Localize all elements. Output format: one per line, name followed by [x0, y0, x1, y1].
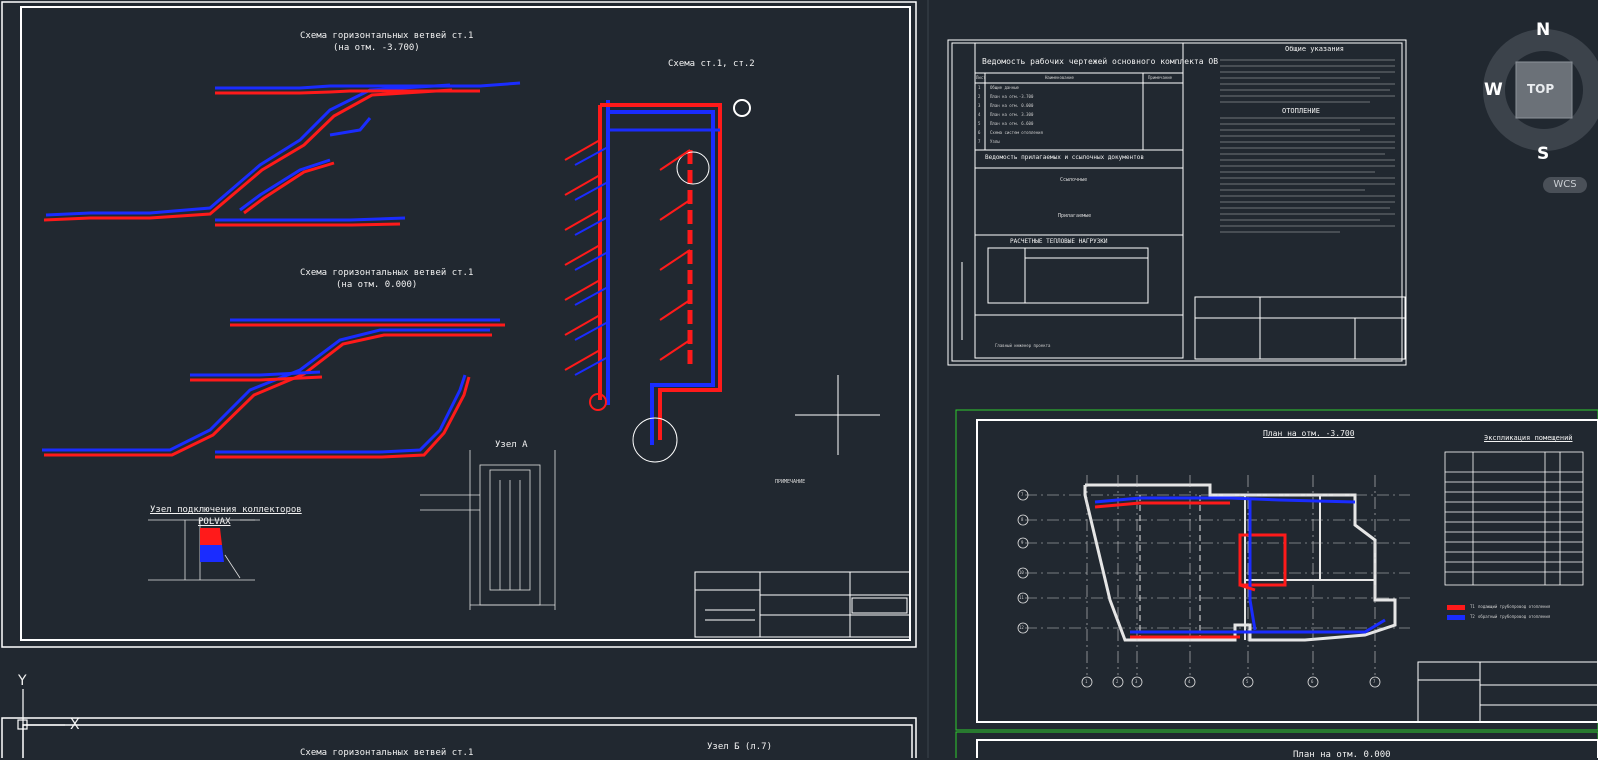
- wcs-dropdown[interactable]: WCS: [1543, 177, 1587, 193]
- legend-code-supply: T1: [1470, 604, 1475, 609]
- ucs-icon: [17, 689, 65, 730]
- drawing-canvas[interactable]: [0, 0, 1598, 758]
- title-node-a: Узел А: [495, 440, 528, 450]
- branches-upper: [43, 81, 521, 227]
- axis-row-9: 9: [1021, 540, 1024, 545]
- subtitle-branches-lower: (на отм. 0.000): [336, 280, 418, 290]
- compass-south[interactable]: S: [1537, 146, 1549, 163]
- axis-col-6: 6: [1311, 679, 1314, 684]
- row-7-name: Узлы: [990, 139, 1000, 144]
- row-5-num: 5: [978, 121, 981, 126]
- row-1-num: 1: [978, 85, 981, 90]
- axis-row-11: 11: [1019, 595, 1024, 600]
- chief-engineer-label: Главный инженер проекта: [995, 343, 1051, 348]
- axis-col-1: 1: [1085, 679, 1088, 684]
- axis-row-12: 12: [1019, 625, 1024, 630]
- branches-title-sheet4: Схема горизонтальных ветвей ст.1: [300, 748, 474, 758]
- sheet3-selection-frame: [955, 409, 1598, 731]
- ucs-y-label: Y: [18, 673, 27, 689]
- attached-docs-subheader: Прилагаемые: [1058, 213, 1092, 219]
- row-7-num: 7: [978, 139, 981, 144]
- loads-title: РАСЧЕТНЫЕ ТЕПЛОВЫЕ НАГРУЗКИ: [1010, 238, 1108, 245]
- col-sheet: Лист: [976, 75, 986, 80]
- title-riser-scheme: Схема ст.1, ст.2: [668, 59, 755, 69]
- subtitle-collector-node: POLVAX: [198, 517, 231, 527]
- viewcube-top-face[interactable]: TOP: [1527, 83, 1554, 95]
- row-2-num: 2: [978, 94, 981, 99]
- legend-text-return: обратный трубопровод отопления: [1478, 614, 1551, 619]
- plan-pipes: [1094, 496, 1386, 639]
- title-collector-node: Узел подключения коллекторов: [150, 505, 302, 515]
- legend-swatch-supply: [1447, 605, 1465, 610]
- plan-0000-title: План на отм. 0.000: [1293, 750, 1391, 760]
- row-5-name: План на отм. 6.600: [990, 121, 1034, 126]
- plan-axis-bubbles: [1017, 489, 1381, 688]
- row-4-num: 4: [978, 112, 981, 117]
- viewcube[interactable]: TOP N S W: [1482, 20, 1598, 175]
- axis-col-5: 5: [1246, 679, 1249, 684]
- plan-axes: [1025, 475, 1410, 675]
- axis-col-4: 4: [1188, 679, 1191, 684]
- plan-title: План на отм. -3.700: [1263, 429, 1355, 438]
- title-branches-upper: Схема горизонтальных ветвей ст.1: [300, 31, 474, 41]
- axis-col-7: 7: [1373, 679, 1376, 684]
- legend-code-return: T2: [1470, 614, 1475, 619]
- subtitle-branches-upper: (на отм. -3.700): [333, 43, 420, 53]
- row-1-name: Общие данные: [990, 85, 1019, 90]
- riser-scheme: [589, 99, 751, 463]
- row-6-num: 6: [978, 130, 981, 135]
- vedomost-title: Ведомость рабочих чертежей основного ком…: [982, 57, 1219, 66]
- legend-swatch-return: [1447, 615, 1465, 620]
- explication-title: Экспликация помещений: [1484, 434, 1573, 442]
- axis-row-7: 7: [1021, 492, 1024, 497]
- crosshair-cursor: [795, 375, 880, 455]
- axis-col-3: 3: [1135, 679, 1138, 684]
- general-notes-title: Общие указания: [1285, 45, 1345, 53]
- legend-text-supply: подающий трубопровод отопления: [1478, 604, 1551, 609]
- col-note: Примечание: [1148, 75, 1173, 80]
- riser-branches: [564, 139, 691, 376]
- row-3-name: План на отм. 0.000: [990, 103, 1034, 108]
- title-block-sheet3: [1417, 661, 1598, 723]
- collector-node-drawing: [148, 519, 260, 581]
- sheet5-border: [976, 739, 1598, 758]
- row-3-num: 3: [978, 103, 981, 108]
- node-b-title: Узел Б (л.7): [707, 742, 773, 752]
- title-branches-lower: Схема горизонтальных ветвей ст.1: [300, 268, 474, 278]
- axis-row-8: 8: [1021, 517, 1024, 522]
- axis-col-2: 2: [1116, 679, 1119, 684]
- explication-table: [1444, 451, 1584, 586]
- row-4-name: План на отм. 3.300: [990, 112, 1034, 117]
- ref-docs-subheader: Ссылочные: [1060, 177, 1088, 183]
- ucs-x-label: X: [70, 717, 80, 733]
- compass-north[interactable]: N: [1536, 22, 1550, 39]
- title-block-sheet1: [694, 571, 911, 638]
- notes-title: ПРИМЕЧАНИЕ: [775, 479, 806, 485]
- row-2-name: План на отм.-3.700: [990, 94, 1034, 99]
- axis-row-10: 10: [1019, 570, 1024, 575]
- row-6-name: Схема систем отопления: [990, 130, 1043, 135]
- node-a-drawing: [420, 450, 556, 610]
- ref-docs-title: Ведомость прилагаемых и ссылочных докуме…: [985, 154, 1144, 161]
- compass-west[interactable]: W: [1484, 82, 1503, 99]
- sheet3-border: [976, 419, 1598, 723]
- heating-title: ОТОПЛЕНИЕ: [1282, 107, 1320, 115]
- col-name: Наименование: [1045, 75, 1074, 80]
- sheet2-text-lines: [1220, 59, 1395, 233]
- sheet5-selection-frame: [955, 731, 1598, 758]
- branches-lower: [42, 318, 505, 459]
